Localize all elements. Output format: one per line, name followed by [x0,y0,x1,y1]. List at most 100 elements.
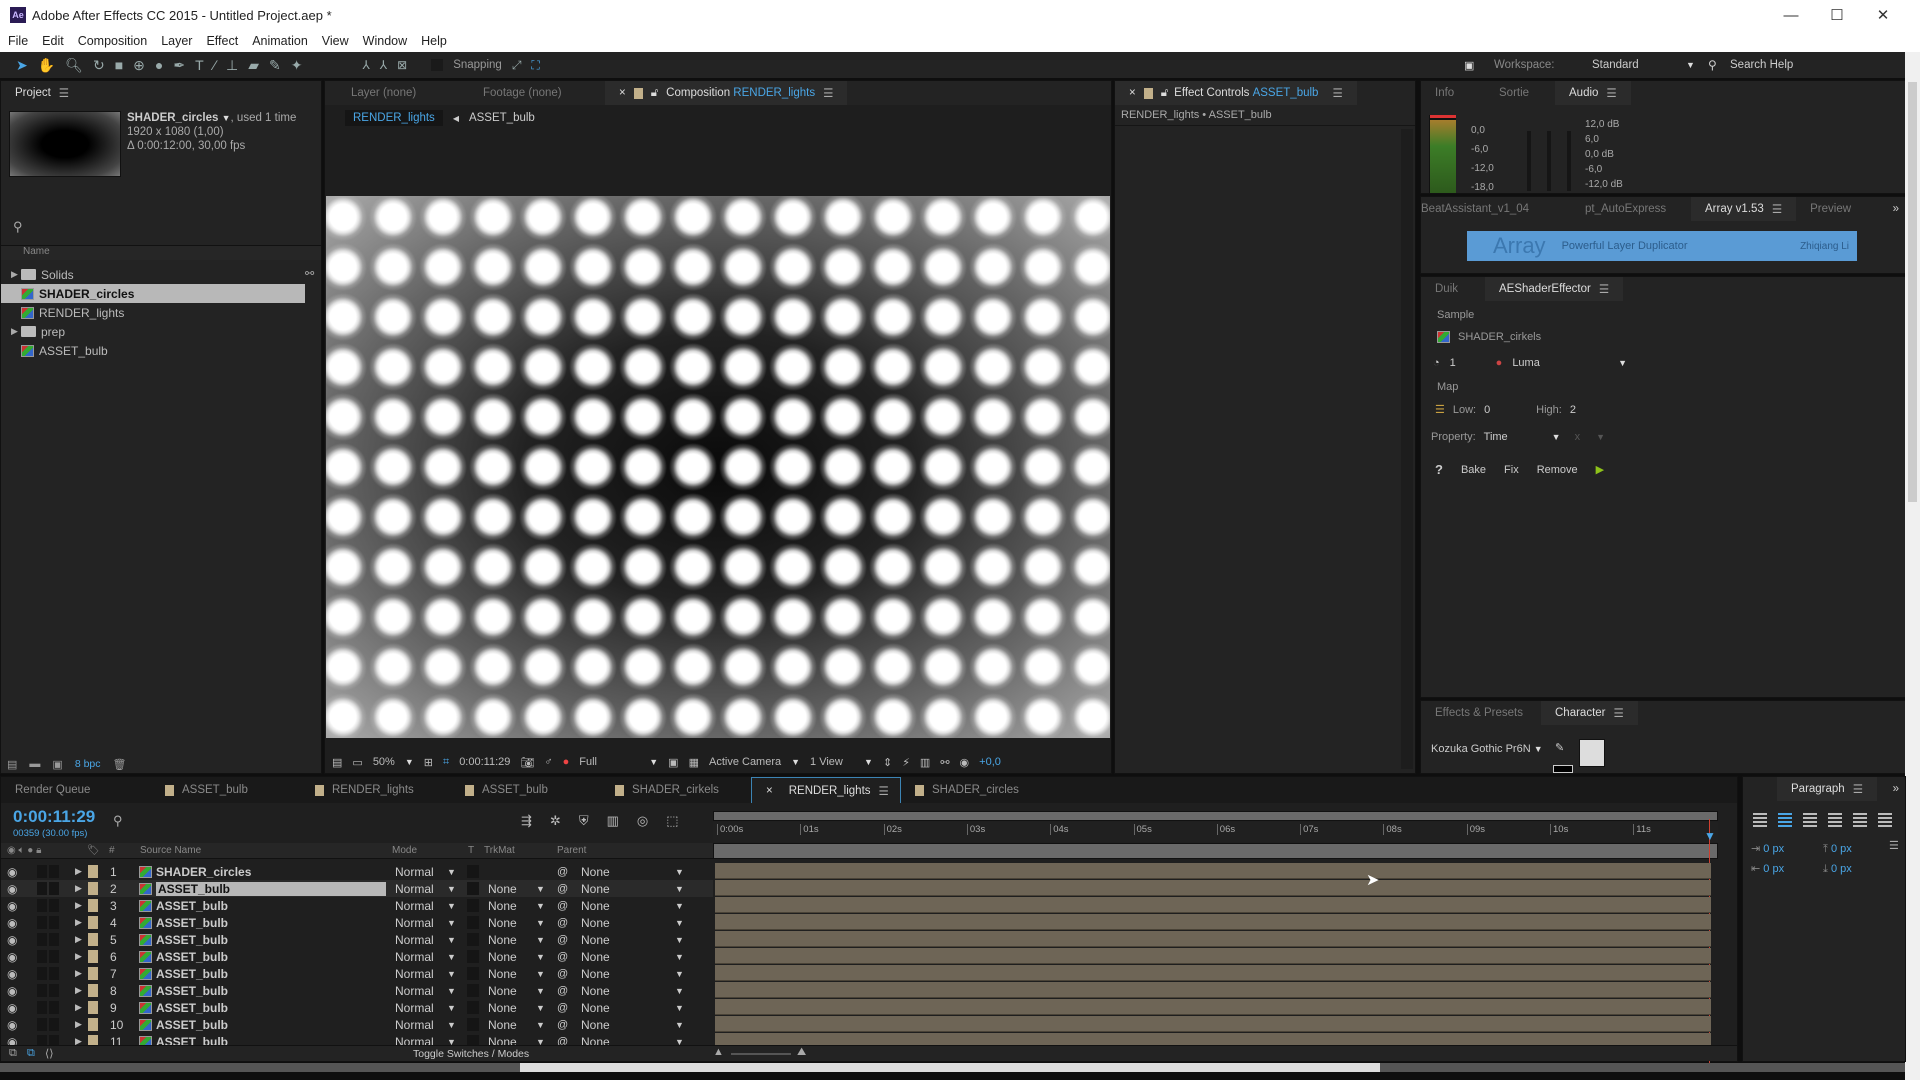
puppet-tool-icon[interactable]: ✦ [291,57,303,74]
tab-pt-autoexpress[interactable]: pt_AutoExpress [1571,197,1691,221]
panel-menu-icon[interactable]: ☰ [1606,86,1616,100]
toggle-switches-modes-button[interactable]: Toggle Switches / Modes [413,1048,529,1060]
label-color-swatch[interactable] [88,865,98,878]
breadcrumb-asset-bulb[interactable]: ASSET_bulb [469,112,535,124]
pickwhip-icon[interactable]: @ [557,968,568,980]
draft-3d-icon[interactable]: ✲ [550,813,561,829]
vertical-scrollbar[interactable] [1905,52,1920,1080]
view-layout-select[interactable]: 1 View [810,756,854,768]
high-input[interactable]: 2 [1570,404,1576,416]
menu-view[interactable]: View [322,34,349,48]
channel-index-input[interactable]: 1 [1450,357,1486,369]
lock-icon[interactable]: 🔓︎ [651,87,658,100]
font-chevron-down-icon[interactable]: ▼ [1534,744,1543,754]
solo-switch[interactable] [37,967,47,980]
axis-world-icon[interactable]: ⅄ [380,58,387,72]
solo-switch[interactable] [37,1001,47,1014]
maximize-button[interactable]: ☐ [1814,0,1860,30]
blend-mode-chevron-down-icon[interactable]: ▼ [447,1020,456,1030]
timeline-tab[interactable]: Render Queue [1,777,151,803]
pickwhip-icon[interactable]: @ [557,985,568,997]
column-t[interactable]: T [468,845,474,856]
fill-color-swatch[interactable] [1579,739,1605,767]
project-item[interactable]: SHADER_circles [1,284,305,303]
solo-switch[interactable] [37,899,47,912]
tab-duik[interactable]: Duik [1421,277,1485,301]
channel-chevron-down-icon[interactable]: ▼ [1618,358,1627,368]
tab-project[interactable]: Project ☰ [1,81,83,105]
label-color-swatch[interactable] [88,933,98,946]
layer-duration-bar[interactable] [715,1016,1711,1032]
parent-chevron-down-icon[interactable]: ▼ [675,884,684,894]
blend-mode-select[interactable]: Normal [395,984,434,998]
interpret-footage-icon[interactable]: ▤ [7,758,17,771]
close-button[interactable]: ✕ [1860,0,1906,30]
tab-beatassistant[interactable]: BeatAssistant_v1_04 [1421,197,1571,221]
lock-icon[interactable]: 🔓︎ [1161,87,1168,100]
scrollbar-thumb[interactable] [1908,82,1917,502]
menu-animation[interactable]: Animation [252,34,308,48]
tab-audio[interactable]: Audio ☰ [1555,81,1631,105]
justify-left-icon[interactable] [1828,813,1842,827]
parent-chevron-down-icon[interactable]: ▼ [675,935,684,945]
tab-layer[interactable]: Layer (none) [325,81,465,105]
resolution-select[interactable]: Full [579,756,639,768]
more-panels-icon[interactable]: » [1893,203,1899,215]
visibility-eye-icon[interactable]: ◉ [7,984,17,998]
parent-select[interactable]: None [581,865,610,879]
track-matte-chevron-down-icon[interactable]: ▼ [536,935,545,945]
lock-switch[interactable] [49,1001,59,1014]
channel-icon[interactable]: ● [563,756,570,768]
font-family-select[interactable]: Kozuka Gothic Pr6N ▼ [1431,743,1543,755]
solo-switch[interactable] [37,882,47,895]
timeline-tab[interactable]: ASSET_bulb [451,777,601,803]
track-matte-chevron-down-icon[interactable]: ▼ [536,884,545,894]
first-line-indent-icon[interactable]: ☰ [1889,839,1899,852]
solo-switch[interactable] [37,916,47,929]
exposure-value[interactable]: +0,0 [979,756,1001,768]
label-color-swatch[interactable] [88,1018,98,1031]
lock-switch[interactable] [49,916,59,929]
pickwhip-icon[interactable]: @ [557,917,568,929]
in-out-icon[interactable]: ⟨⟩ [45,1047,54,1060]
layer-name[interactable]: ASSET_bulb [156,899,228,913]
column-source-name[interactable]: Source Name [140,845,201,856]
frame-blending-icon[interactable]: ▥ [607,813,619,829]
preserve-transparency-checkbox[interactable] [467,865,479,878]
align-right-icon[interactable] [1803,813,1817,827]
layer-duration-bar[interactable] [715,897,1711,913]
blend-mode-chevron-down-icon[interactable]: ▼ [447,867,456,877]
minimize-button[interactable]: — [1768,0,1814,30]
column-header-name[interactable]: Name [1,245,321,260]
pen-tool-icon[interactable]: ✒ [173,57,185,74]
track-matte-select[interactable]: None [488,916,517,930]
visibility-eye-icon[interactable]: ◉ [7,1018,17,1032]
layer-duration-bar[interactable] [715,965,1711,981]
layer-duration-bar[interactable] [715,914,1711,930]
usage-chevron-down-icon[interactable]: ▼ [222,113,231,123]
blend-mode-chevron-down-icon[interactable]: ▼ [447,969,456,979]
panel-menu-icon[interactable]: ☰ [879,784,889,798]
spacing-fields[interactable]: ⤒ 0 px ⤓ 0 px [1823,839,1852,879]
layer-name[interactable]: ASSET_bulb [156,881,386,896]
sample-layer-field[interactable]: SHADER_cirkels [1437,331,1541,343]
parent-select[interactable]: None [581,984,610,998]
parent-chevron-down-icon[interactable]: ▼ [675,986,684,996]
more-panels-icon[interactable]: » [1893,783,1899,795]
composition-viewer-canvas[interactable] [326,196,1110,738]
layer-name[interactable]: ASSET_bulb [156,1018,228,1032]
panel-menu-icon[interactable]: ☰ [1772,202,1782,216]
tab-effect-controls[interactable]: × 🔓︎ Effect Controls ASSET_bulb ☰ [1115,81,1357,105]
clone-stamp-tool-icon[interactable]: ⊥ [226,57,238,74]
parent-chevron-down-icon[interactable]: ▼ [675,969,684,979]
close-tab-icon[interactable]: × [1129,87,1136,99]
flowchart-icon[interactable]: ⚯ [940,756,949,769]
layer-duration-bar[interactable] [715,999,1711,1015]
layer-duration-bar[interactable] [715,880,1711,896]
expand-triangle-icon[interactable]: ▶ [75,1002,82,1013]
audio-volume-sliders[interactable] [1521,131,1581,191]
layer-duration-bar[interactable] [715,863,1711,879]
pickwhip-icon[interactable]: @ [557,934,568,946]
project-search-icon[interactable]: ⚲ [13,219,23,235]
channel-select[interactable]: Luma [1512,357,1608,369]
